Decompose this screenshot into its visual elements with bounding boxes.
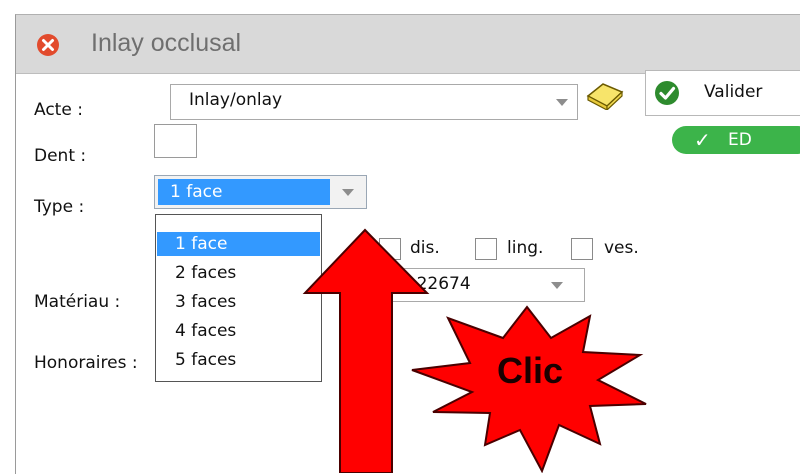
acte-select[interactable]: Inlay/onlay bbox=[170, 84, 578, 120]
type-option-label: 5 faces bbox=[175, 350, 237, 370]
materiau-value: ISO 22674 bbox=[382, 274, 471, 294]
type-dropdown-list: 1 face 2 faces 3 faces 4 faces 5 faces bbox=[155, 214, 322, 382]
type-option[interactable]: 4 faces bbox=[157, 319, 320, 343]
check-circle-icon bbox=[655, 81, 679, 105]
chevron-down-icon[interactable] bbox=[342, 189, 354, 196]
chevron-down-icon bbox=[556, 99, 568, 106]
checkmark-icon: ✓ bbox=[694, 128, 711, 152]
type-option-label: 3 faces bbox=[175, 292, 237, 312]
acte-value: Inlay/onlay bbox=[189, 90, 283, 110]
close-icon[interactable] bbox=[36, 33, 60, 57]
valider-button[interactable]: Valider bbox=[645, 70, 800, 116]
clic-callout-text: Clic bbox=[497, 350, 564, 391]
valider-label: Valider bbox=[704, 82, 763, 102]
checkbox-dis[interactable] bbox=[379, 238, 401, 260]
book-icon[interactable] bbox=[585, 80, 625, 110]
type-option-label: 2 faces bbox=[175, 263, 237, 283]
dialog-title: Inlay occlusal bbox=[91, 29, 242, 57]
type-option[interactable]: 2 faces bbox=[157, 261, 320, 285]
checkbox-ling[interactable] bbox=[475, 238, 497, 260]
ed-toggle[interactable]: ✓ ED bbox=[672, 126, 800, 154]
ed-label: ED bbox=[728, 130, 752, 150]
materiau-label: Matériau : bbox=[34, 292, 121, 312]
type-select[interactable]: 1 face bbox=[154, 175, 367, 209]
checkbox-ves-label: ves. bbox=[604, 238, 639, 258]
type-option[interactable]: 1 face bbox=[157, 232, 320, 256]
dent-label: Dent : bbox=[34, 146, 87, 166]
type-option[interactable]: 3 faces bbox=[157, 290, 320, 314]
checkbox-ves[interactable] bbox=[571, 238, 593, 260]
chevron-down-icon bbox=[551, 282, 563, 289]
acte-label: Acte : bbox=[34, 100, 83, 120]
type-selected-value: 1 face bbox=[158, 179, 330, 205]
honoraires-label: Honoraires : bbox=[34, 353, 138, 373]
checkbox-ling-label: ling. bbox=[507, 238, 544, 258]
type-option-label: 1 face bbox=[175, 234, 228, 254]
type-option[interactable]: 5 faces bbox=[157, 348, 320, 372]
type-label: Type : bbox=[34, 197, 85, 217]
checkbox-dis-label: dis. bbox=[410, 238, 440, 258]
title-bar: Inlay occlusal bbox=[16, 15, 800, 74]
type-value-text: 1 face bbox=[170, 182, 223, 202]
materiau-select[interactable]: ISO 22674 bbox=[365, 268, 585, 302]
type-option-label: 4 faces bbox=[175, 321, 237, 341]
dent-input[interactable] bbox=[154, 124, 197, 158]
